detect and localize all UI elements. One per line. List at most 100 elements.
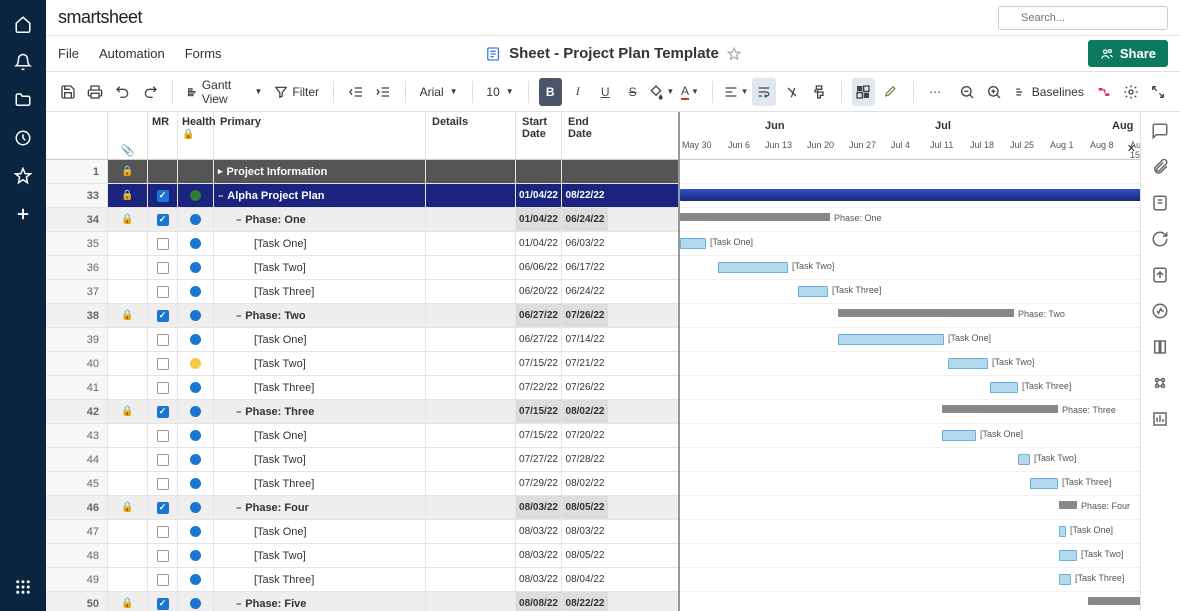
recent-icon[interactable] [13,128,33,148]
menu-automation[interactable]: Automation [99,46,165,61]
checkbox[interactable] [157,574,169,586]
checkbox[interactable] [157,286,169,298]
grid-row[interactable]: 38🔒✓−Phase: Two06/27/2207/26/22 [46,304,678,328]
font-selector[interactable]: Arial▼ [416,85,462,99]
undo-icon[interactable] [111,78,134,106]
gantt-bar[interactable] [838,309,1014,317]
gantt-bar[interactable] [948,358,988,369]
publish-icon[interactable] [1151,266,1171,286]
checkbox[interactable] [157,382,169,394]
align-button[interactable]: ▼ [723,78,749,106]
grid-row[interactable]: 44[Task Two]07/27/2207/28/22 [46,448,678,472]
gantt-bar[interactable] [1059,526,1066,537]
clear-format-icon[interactable] [780,78,803,106]
add-icon[interactable] [13,204,33,224]
redo-icon[interactable] [138,78,161,106]
checkbox[interactable] [157,454,169,466]
attachments-icon[interactable]: 📎 [121,144,135,157]
settings-icon[interactable] [1119,78,1142,106]
home-icon[interactable] [13,14,33,34]
col-start[interactable]: Start Date [516,112,562,159]
gantt-bar[interactable] [990,382,1018,393]
brief-icon[interactable] [1151,338,1171,358]
summary-icon[interactable] [1151,410,1171,430]
gantt-bar[interactable] [680,213,830,221]
size-selector[interactable]: 10▼ [482,85,517,99]
share-button[interactable]: Share [1088,40,1168,67]
gantt-bar[interactable] [718,262,788,273]
zoom-in-icon[interactable] [982,78,1005,106]
star-icon[interactable] [13,166,33,186]
gantt-bar[interactable] [942,405,1058,413]
checkbox[interactable] [157,262,169,274]
highlight-icon[interactable] [879,78,902,106]
grid-row[interactable]: 47[Task One]08/03/2208/03/22 [46,520,678,544]
gantt-bar[interactable] [1059,501,1077,509]
comments-icon[interactable] [1151,122,1171,142]
zoom-out-icon[interactable] [955,78,978,106]
grid-row[interactable]: 39[Task One]06/27/2207/14/22 [46,328,678,352]
grid-row[interactable]: 46🔒✓−Phase: Four08/03/2208/05/22 [46,496,678,520]
grid-row[interactable]: 48[Task Two]08/03/2208/05/22 [46,544,678,568]
proof-icon[interactable] [1151,194,1171,214]
menu-forms[interactable]: Forms [185,46,222,61]
expand-icon[interactable] [1147,78,1170,106]
grid-row[interactable]: 41[Task Three]07/22/2207/26/22 [46,376,678,400]
cond-format-icon[interactable] [852,78,875,106]
italic-button[interactable]: I [566,78,589,106]
grid-row[interactable]: 45[Task Three]07/29/2208/02/22 [46,472,678,496]
text-color-button[interactable]: A▼ [678,78,701,106]
indent-icon[interactable] [371,78,394,106]
fill-color-button[interactable]: ▼ [648,78,674,106]
checkbox-checked[interactable]: ✓ [157,190,169,202]
view-selector[interactable]: Gantt View▼ [183,78,267,106]
search-input[interactable] [998,6,1168,30]
checkbox-checked[interactable]: ✓ [157,502,169,514]
col-health[interactable]: Health🔒 [178,112,214,159]
baselines-button[interactable]: Baselines [1010,85,1088,99]
checkbox[interactable] [157,238,169,250]
checkbox-checked[interactable]: ✓ [157,598,169,610]
workapps-icon[interactable] [1151,374,1171,394]
checkbox-checked[interactable]: ✓ [157,310,169,322]
bold-button[interactable]: B [539,78,562,106]
menu-file[interactable]: File [58,46,79,61]
folder-icon[interactable] [13,90,33,110]
grid-row[interactable]: 35[Task One]01/04/2206/03/22 [46,232,678,256]
col-details[interactable]: Details [426,112,516,159]
gantt-bar[interactable] [680,189,1140,201]
format-painter-icon[interactable] [807,78,830,106]
save-icon[interactable] [56,78,79,106]
more-icon[interactable]: ⋯ [923,78,946,106]
gantt-bar[interactable] [942,430,976,441]
gantt-bar[interactable] [1018,454,1030,465]
outdent-icon[interactable] [344,78,367,106]
grid-row[interactable]: 40[Task Two]07/15/2207/21/22 [46,352,678,376]
bell-icon[interactable] [13,52,33,72]
checkbox-checked[interactable]: ✓ [157,214,169,226]
col-primary[interactable]: Primary [214,112,426,159]
favorite-icon[interactable] [727,47,741,61]
gantt-bar[interactable] [1030,478,1058,489]
gantt-bar[interactable] [1088,597,1140,605]
grid-row[interactable]: 49[Task Three]08/03/2208/04/22 [46,568,678,592]
print-icon[interactable] [83,78,106,106]
filter-button[interactable]: Filter [270,85,323,99]
col-mr[interactable]: MR [148,112,178,159]
strike-button[interactable]: S [621,78,644,106]
checkbox[interactable] [157,430,169,442]
gantt-bar[interactable] [680,238,706,249]
gantt-bar[interactable] [838,334,944,345]
col-end[interactable]: End Date [562,112,608,159]
grid-row[interactable]: 42🔒✓−Phase: Three07/15/2208/02/22 [46,400,678,424]
close-icon[interactable]: ✕ [1127,142,1136,155]
wrap-button[interactable] [752,78,775,106]
grid-row[interactable]: 37[Task Three]06/20/2206/24/22 [46,280,678,304]
checkbox[interactable] [157,358,169,370]
critical-path-icon[interactable] [1092,78,1115,106]
checkbox[interactable] [157,334,169,346]
activity-icon[interactable] [1151,302,1171,322]
checkbox[interactable] [157,478,169,490]
refresh-icon[interactable] [1151,230,1171,250]
grid-row[interactable]: 34🔒✓−Phase: One01/04/2206/24/22 [46,208,678,232]
